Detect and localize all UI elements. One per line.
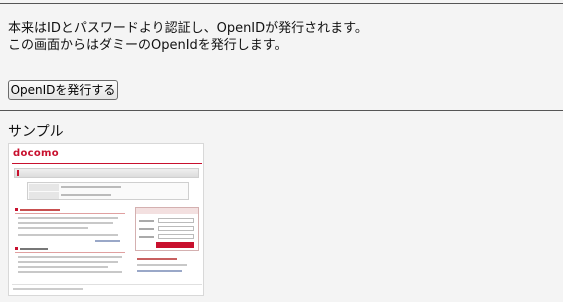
thumbnail-info-row xyxy=(29,192,188,199)
thumbnail-footer-text xyxy=(13,288,83,290)
thumbnail-info-row xyxy=(29,184,188,191)
sample-screenshot: docomo xyxy=(8,143,204,296)
info-message: 本来はIDとパスワードより認証し、OpenIDが発行されます。 この画面からはダ… xyxy=(8,20,368,54)
page: 本来はIDとパスワードより認証し、OpenIDが発行されます。 この画面からはダ… xyxy=(0,0,563,302)
issue-openid-button[interactable]: OpenIDを発行する xyxy=(8,80,118,100)
thumbnail-info-box xyxy=(27,182,189,200)
docomo-logo: docomo xyxy=(13,148,59,159)
thumbnail-right-links xyxy=(135,256,199,280)
thumbnail-footer-rule xyxy=(12,284,202,285)
sample-heading: サンプル xyxy=(8,124,64,140)
thumbnail-left-column xyxy=(15,207,125,277)
thumbnail-title-marker xyxy=(17,170,19,176)
thumbnail-section-heading xyxy=(15,246,125,253)
thumbnail-login-button xyxy=(156,242,194,248)
thumbnail-title-bar xyxy=(14,168,199,178)
thumbnail-header-rule xyxy=(12,163,202,164)
info-message-line-1: 本来はIDとパスワードより認証し、OpenIDが発行されます。 xyxy=(8,21,368,36)
thumbnail-section-heading xyxy=(15,207,125,214)
section-divider xyxy=(0,110,563,111)
thumbnail-login-box xyxy=(135,207,199,251)
info-message-line-2: この画面からはダミーのOpenIdを発行します。 xyxy=(8,38,288,53)
top-divider xyxy=(0,3,563,4)
